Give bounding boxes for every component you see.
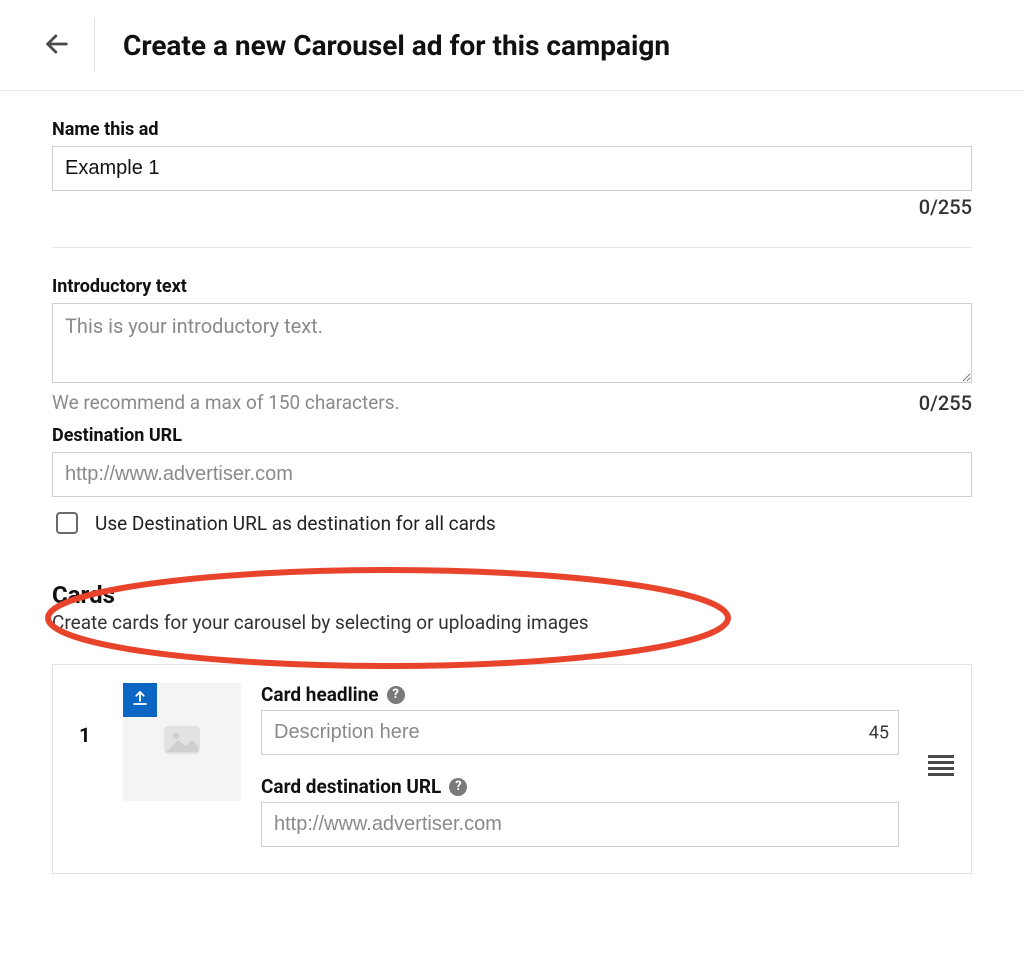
card-destination-url-input[interactable] (261, 802, 899, 847)
card-headline-label: Card headline (261, 683, 379, 706)
card-row: 1 Card headline (53, 665, 971, 873)
section-divider (52, 247, 972, 248)
upload-icon (131, 689, 149, 711)
destination-url-input[interactable] (52, 452, 972, 497)
help-icon[interactable]: ? (387, 686, 405, 704)
image-placeholder-icon (158, 716, 206, 768)
intro-text-label: Introductory text (52, 276, 972, 297)
drag-handle[interactable] (927, 683, 955, 776)
destination-url-label: Destination URL (52, 425, 972, 446)
cards-description: Create cards for your carousel by select… (52, 611, 972, 634)
cards-title: Cards (52, 581, 972, 609)
page-title: Create a new Carousel ad for this campai… (123, 29, 670, 62)
vertical-divider (94, 18, 95, 72)
card-destination-url-label: Card destination URL (261, 775, 441, 798)
intro-text-counter: 0/255 (919, 391, 972, 415)
ad-name-counter: 0/255 (919, 195, 972, 219)
help-icon[interactable]: ? (449, 778, 467, 796)
card-index: 1 (79, 683, 103, 747)
card-headline-remaining: 45 (869, 722, 889, 743)
ad-name-label: Name this ad (52, 119, 972, 140)
ad-name-input[interactable] (52, 146, 972, 191)
intro-text-input[interactable] (52, 303, 972, 383)
upload-image-button[interactable] (123, 683, 157, 717)
use-destination-url-all-checkbox[interactable] (56, 512, 78, 534)
use-destination-url-all-label: Use Destination URL as destination for a… (95, 512, 496, 535)
arrow-left-icon (43, 30, 71, 61)
card-thumbnail[interactable] (123, 683, 241, 801)
card-headline-input[interactable] (261, 710, 899, 755)
back-button[interactable] (40, 28, 74, 62)
drag-handle-icon (928, 755, 954, 776)
intro-text-helper: We recommend a max of 150 characters. (52, 391, 400, 414)
